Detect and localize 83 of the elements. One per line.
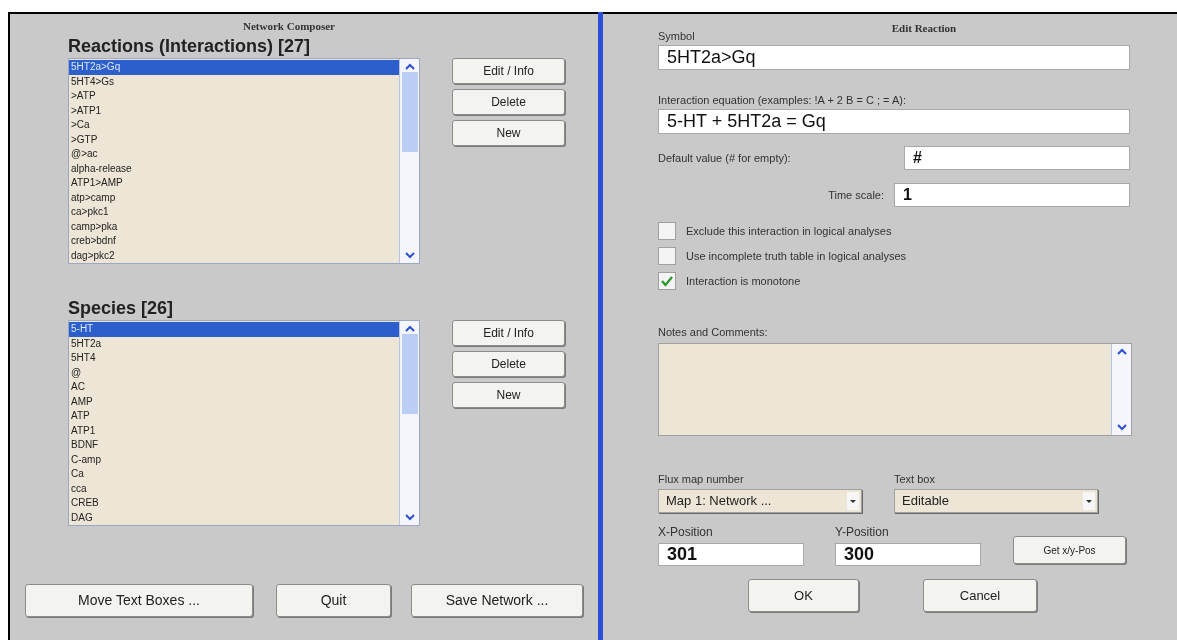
section-heading: Species [26] bbox=[68, 299, 175, 317]
list-item[interactable]: creb>bdnf bbox=[69, 234, 399, 249]
button[interactable]: Get x/y-Pos bbox=[1013, 536, 1126, 564]
field-label: Flux map number bbox=[658, 473, 745, 486]
list-item[interactable]: 5HT2a bbox=[69, 336, 399, 351]
list-item[interactable]: 5HT2a>Gq bbox=[69, 60, 399, 75]
scroll-up-icon[interactable] bbox=[404, 63, 415, 70]
list-item[interactable]: ATP1 bbox=[69, 423, 399, 438]
field-label: Default value (# for empty): bbox=[658, 150, 792, 166]
list-item[interactable]: cca bbox=[69, 481, 399, 496]
field-label: Notes and Comments: bbox=[658, 326, 769, 339]
list-box[interactable]: 5-HT 5HT2a 5HT4 @ AC AMP ATP ATP1 BDNF C-amp Ca cca CREB DAG bbox=[68, 320, 420, 526]
checkbox-label: Exclude this interaction in logical analyses bbox=[686, 223, 892, 239]
scroll-up-icon[interactable] bbox=[404, 325, 415, 332]
list-item[interactable]: 5HT4>Gs bbox=[69, 74, 399, 89]
list-item[interactable]: alpha-release bbox=[69, 161, 399, 176]
list-item[interactable]: AC bbox=[69, 380, 399, 395]
button[interactable]: OK bbox=[748, 579, 859, 612]
dropdown[interactable]: Editable bbox=[894, 489, 1098, 513]
dropdown[interactable]: Map 1: Network ... bbox=[658, 489, 862, 513]
list-item[interactable]: camp>pka bbox=[69, 219, 399, 234]
field-label: Text box bbox=[894, 473, 936, 486]
button[interactable]: Edit / Info bbox=[452, 320, 565, 346]
section-heading: Reactions (Interactions) [27] bbox=[68, 37, 312, 55]
list-item[interactable]: >ATP1 bbox=[69, 103, 399, 118]
scroll-down-icon[interactable] bbox=[1116, 424, 1127, 431]
input-field[interactable]: 301 bbox=[658, 543, 804, 566]
list-item[interactable]: AMP bbox=[69, 394, 399, 409]
button[interactable]: Delete bbox=[452, 89, 565, 115]
scrollbar[interactable] bbox=[399, 321, 419, 525]
list-item[interactable]: dag>pkc2 bbox=[69, 248, 399, 263]
button[interactable]: Move Text Boxes ... bbox=[25, 584, 253, 617]
field-label: Interaction equation (examples: !A + 2 B = C ; = A): bbox=[658, 94, 907, 107]
scroll-down-icon[interactable] bbox=[404, 252, 415, 259]
list-item[interactable]: >Ca bbox=[69, 118, 399, 133]
input-field[interactable]: 300 bbox=[835, 543, 981, 566]
list-item[interactable]: DAG bbox=[69, 510, 399, 525]
checkbox[interactable] bbox=[658, 222, 676, 240]
scrollbar[interactable] bbox=[1111, 344, 1131, 435]
list-item[interactable]: BDNF bbox=[69, 438, 399, 453]
list-item[interactable]: C-amp bbox=[69, 452, 399, 467]
checkbox[interactable] bbox=[658, 247, 676, 265]
list-item[interactable]: @ bbox=[69, 365, 399, 380]
button[interactable]: New bbox=[452, 382, 565, 408]
checkmark-icon bbox=[660, 275, 674, 287]
input-field[interactable]: 5-HT + 5HT2a = Gq bbox=[658, 109, 1130, 134]
list-item[interactable]: ca>pkc1 bbox=[69, 205, 399, 220]
list-box[interactable]: 5HT2a>Gq 5HT4>Gs >ATP >ATP1 >Ca >GTP @>ac alpha-release ATP1>AMP atp>camp ca>pkc1 camp>pka creb>bdnf dag>pkc2 bbox=[68, 58, 420, 264]
field-label: Time scale: bbox=[827, 187, 885, 203]
scroll-down-icon[interactable] bbox=[404, 514, 415, 521]
button[interactable]: Quit bbox=[276, 584, 391, 617]
dropdown-value: Editable bbox=[901, 492, 949, 511]
input-field[interactable]: # bbox=[904, 146, 1130, 170]
list-item[interactable]: @>ac bbox=[69, 147, 399, 162]
field-label: Y-Position bbox=[835, 526, 890, 539]
dropdown-value: Map 1: Network ... bbox=[665, 492, 772, 511]
list-item[interactable]: ATP1>AMP bbox=[69, 176, 399, 191]
list-item[interactable]: Ca bbox=[69, 467, 399, 482]
checkbox-label: Use incomplete truth table in logical analyses bbox=[686, 248, 907, 264]
button[interactable]: Save Network ... bbox=[411, 584, 583, 617]
checkbox[interactable] bbox=[658, 272, 676, 290]
button[interactable]: New bbox=[452, 120, 565, 146]
list-item[interactable]: CREB bbox=[69, 496, 399, 511]
field-label: X-Position bbox=[658, 526, 714, 539]
list-item[interactable]: >GTP bbox=[69, 132, 399, 147]
list-item[interactable]: 5-HT bbox=[69, 322, 399, 337]
button[interactable]: Delete bbox=[452, 351, 565, 377]
panel-title: Network Composer bbox=[242, 19, 336, 32]
list-item[interactable]: >ATP bbox=[69, 89, 399, 104]
caret-icon[interactable] bbox=[1083, 492, 1095, 510]
button[interactable]: Edit / Info bbox=[452, 58, 565, 84]
field-label: Symbol bbox=[658, 30, 696, 43]
list-item[interactable]: ATP bbox=[69, 409, 399, 424]
input-field[interactable]: 5HT2a>Gq bbox=[658, 45, 1130, 70]
scroll-up-icon[interactable] bbox=[1116, 348, 1127, 355]
button[interactable]: Cancel bbox=[923, 579, 1037, 612]
list-item[interactable]: 5HT4 bbox=[69, 351, 399, 366]
scrollbar[interactable] bbox=[399, 59, 419, 263]
list-item[interactable]: atp>camp bbox=[69, 190, 399, 205]
checkbox-label: Interaction is monotone bbox=[686, 273, 801, 289]
caret-icon[interactable] bbox=[847, 492, 859, 510]
input-field[interactable]: 1 bbox=[894, 183, 1130, 207]
panel-title: Edit Reaction bbox=[890, 21, 958, 34]
